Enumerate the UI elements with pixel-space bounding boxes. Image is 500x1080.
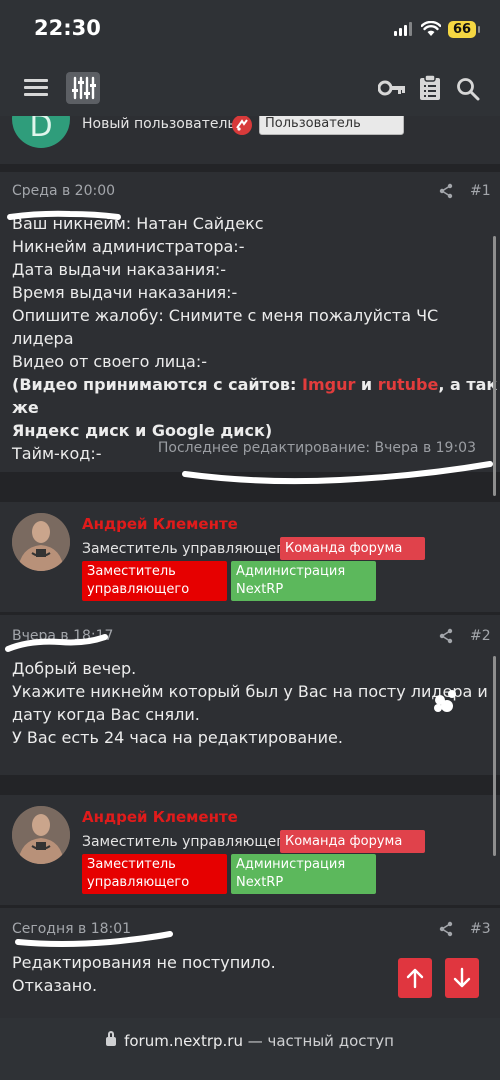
- battery-icon: 66: [448, 21, 480, 38]
- scrollbar[interactable]: [493, 236, 496, 496]
- post-date[interactable]: Вчера в 18:17: [12, 628, 113, 644]
- post-line: Редактирования не поступило.: [12, 953, 276, 972]
- post-line: У Вас есть 24 часа на редактирование.: [12, 728, 343, 747]
- lock-icon: [106, 1031, 117, 1046]
- post-body: Редактирования не поступило. Отказано.: [12, 951, 276, 997]
- browser-url-bar[interactable]: forum.nextrp.ru — частный доступ: [0, 1018, 500, 1080]
- key-icon[interactable]: [378, 79, 406, 97]
- status-time: 22:30: [34, 16, 101, 40]
- avatar[interactable]: [12, 513, 70, 571]
- app-header: [0, 60, 500, 116]
- hamburger-icon[interactable]: [24, 79, 48, 97]
- video-note: (Видео принимаются с сайтов: Imgur и rut…: [12, 375, 498, 417]
- user-badge: Пользователь: [259, 116, 404, 135]
- post-number[interactable]: #2: [470, 628, 491, 644]
- author-block: D Новый пользователь Пользователь: [0, 116, 500, 164]
- sliders-icon[interactable]: [66, 72, 100, 104]
- post-line: Укажите никнейм который был у Вас на пос…: [12, 682, 488, 701]
- imgur-link[interactable]: Imgur: [302, 375, 355, 394]
- scrollbar[interactable]: [493, 656, 496, 856]
- author-title: Новый пользователь: [82, 116, 236, 132]
- arrow-down-icon: [453, 967, 471, 988]
- post-line: дату когда Вас сняли.: [12, 705, 200, 724]
- forum-team-badge: Команда форума: [280, 830, 425, 853]
- deputy-badge: Заместитель управляющего: [82, 854, 227, 894]
- post-line: Дата выдачи наказания:-: [12, 260, 227, 279]
- author-block: Андрей Клементе Заместитель управляющего…: [0, 502, 500, 612]
- scroll-down-button[interactable]: [445, 958, 479, 998]
- post-line: Никнейм администратора:-: [12, 237, 245, 256]
- author-name[interactable]: Андрей Клементе: [82, 515, 238, 533]
- author-title: Заместитель управляющего: [82, 834, 293, 850]
- clipboard-icon[interactable]: [419, 75, 441, 101]
- search-icon[interactable]: [456, 77, 480, 101]
- admin-badge: Администрация NextRP: [231, 561, 376, 601]
- post-body: Ваш никнейм: Натан Сайдекс Никнейм админ…: [12, 212, 500, 465]
- post-line: Время выдачи наказания:-: [12, 283, 238, 302]
- post-number[interactable]: #3: [470, 921, 491, 937]
- wifi-icon: [421, 21, 441, 36]
- author-title: Заместитель управляющего: [82, 541, 293, 557]
- video-note-line2: Яндекс диск и Google диск): [12, 421, 273, 440]
- post-body: Добрый вечер. Укажите никнейм который бы…: [12, 657, 488, 749]
- scroll-up-button[interactable]: [398, 958, 432, 998]
- post-line: Добрый вечер.: [12, 659, 137, 678]
- forum-team-badge: Команда форума: [280, 537, 425, 560]
- post-number[interactable]: #1: [470, 183, 491, 199]
- share-icon[interactable]: [438, 921, 454, 937]
- post-line: Отказано.: [12, 976, 98, 995]
- admin-badge: Администрация NextRP: [231, 854, 376, 894]
- share-icon[interactable]: [438, 628, 454, 644]
- arrow-up-icon: [406, 968, 424, 989]
- deputy-badge: Заместитель управляющего: [82, 561, 227, 601]
- rank-icon: [232, 116, 252, 135]
- url-text[interactable]: forum.nextrp.ru — частный доступ: [0, 1031, 500, 1050]
- author-block: Андрей Клементе Заместитель управляющего…: [0, 795, 500, 905]
- thread-content[interactable]: D Новый пользователь Пользователь Среда …: [0, 116, 500, 1018]
- last-edited: Последнее редактирование: Вчера в 19:03: [157, 440, 476, 456]
- post-line: Ваш никнейм: Натан Сайдекс: [12, 214, 264, 233]
- post-date[interactable]: Среда в 20:00: [12, 183, 115, 199]
- post-line: Опишите жалобу: Снимите с меня пожалуйст…: [12, 306, 439, 348]
- post-2: Вчера в 18:17 #2 Добрый вечер. Укажите н…: [0, 615, 500, 775]
- avatar[interactable]: D: [12, 116, 70, 148]
- author-name[interactable]: Андрей Клементе: [82, 808, 238, 826]
- avatar[interactable]: [12, 806, 70, 864]
- post-date[interactable]: Сегодня в 18:01: [12, 921, 131, 937]
- rutube-link[interactable]: rutube: [378, 375, 439, 394]
- signal-icon: [394, 22, 414, 36]
- share-icon[interactable]: [438, 183, 454, 199]
- post-line: Видео от своего лица:-: [12, 352, 207, 371]
- status-bar: 22:30 66: [0, 0, 500, 60]
- post-1: Среда в 20:00 #1 Ваш никнейм: Натан Сайд…: [0, 172, 500, 472]
